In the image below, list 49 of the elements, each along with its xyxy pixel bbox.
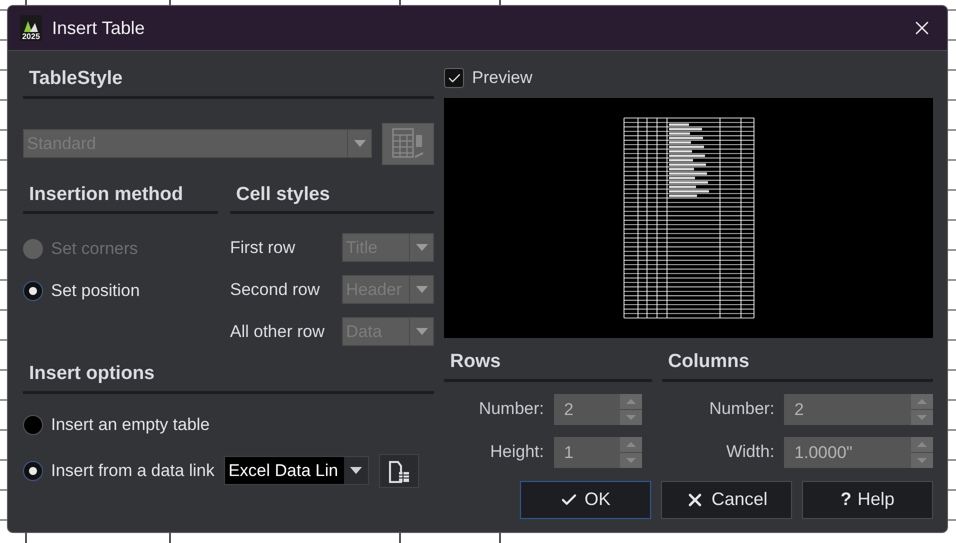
up-arrow-icon [626, 442, 636, 446]
section-heading: Cell styles [235, 184, 330, 204]
table-icon [391, 126, 425, 160]
window-title: Insert Table [52, 16, 145, 40]
up-arrow-icon [626, 398, 636, 404]
table-style-button[interactable] [382, 122, 434, 164]
radio-button[interactable] [23, 414, 43, 434]
radio-label: Set corners [51, 238, 138, 260]
caret-icon [416, 244, 428, 251]
radio-label: Set position [51, 280, 140, 302]
section-heading: TableStyle [28, 68, 123, 89]
ok-button[interactable]: OK [520, 480, 651, 518]
up-arrow-icon [917, 442, 927, 446]
section-heading: Columns [667, 351, 750, 372]
down-arrow-icon [626, 414, 636, 420]
spin-value: 2 [793, 398, 805, 420]
up-arrow-icon [917, 398, 927, 404]
field-label: Second row [230, 278, 321, 301]
preview-checkbox[interactable] [444, 68, 464, 88]
cancel-button[interactable]: Cancel [661, 480, 792, 518]
data-link-manager-button[interactable] [379, 454, 420, 488]
data-link-dropdown[interactable]: Excel Data Lin [224, 456, 370, 485]
checkbox-label: Preview [472, 67, 532, 90]
help-button[interactable]: ? Help [802, 480, 933, 518]
caret-icon [350, 467, 362, 474]
down-arrow-icon [917, 414, 927, 420]
radio-label: Insert from a data link [51, 460, 214, 482]
caret-icon [416, 328, 428, 335]
radio-button[interactable] [23, 460, 43, 480]
dropdown-value: Excel Data Lin [225, 457, 344, 484]
down-arrow-icon [917, 458, 927, 462]
spin-value: 1.0000" [793, 442, 854, 464]
section-heading: Insertion method [28, 184, 184, 204]
spin-value: 2 [563, 398, 574, 420]
radio-button[interactable] [23, 281, 43, 301]
field-label: Number: [478, 398, 545, 420]
section-heading: Insert options [28, 363, 155, 384]
caret-icon [416, 286, 428, 293]
field-label: Width: [725, 441, 776, 464]
field-label: All other row [230, 320, 326, 343]
section-heading: Rows [449, 351, 501, 372]
app-logo: 2025 [20, 15, 42, 41]
field-label: Height: [489, 441, 545, 464]
field-label: Number: [708, 398, 776, 420]
radio-label: Insert an empty table [51, 414, 210, 436]
spin-value: 1 [563, 442, 574, 464]
down-arrow-icon [626, 458, 636, 462]
caret-icon [354, 140, 366, 147]
field-label: First row [230, 236, 296, 259]
